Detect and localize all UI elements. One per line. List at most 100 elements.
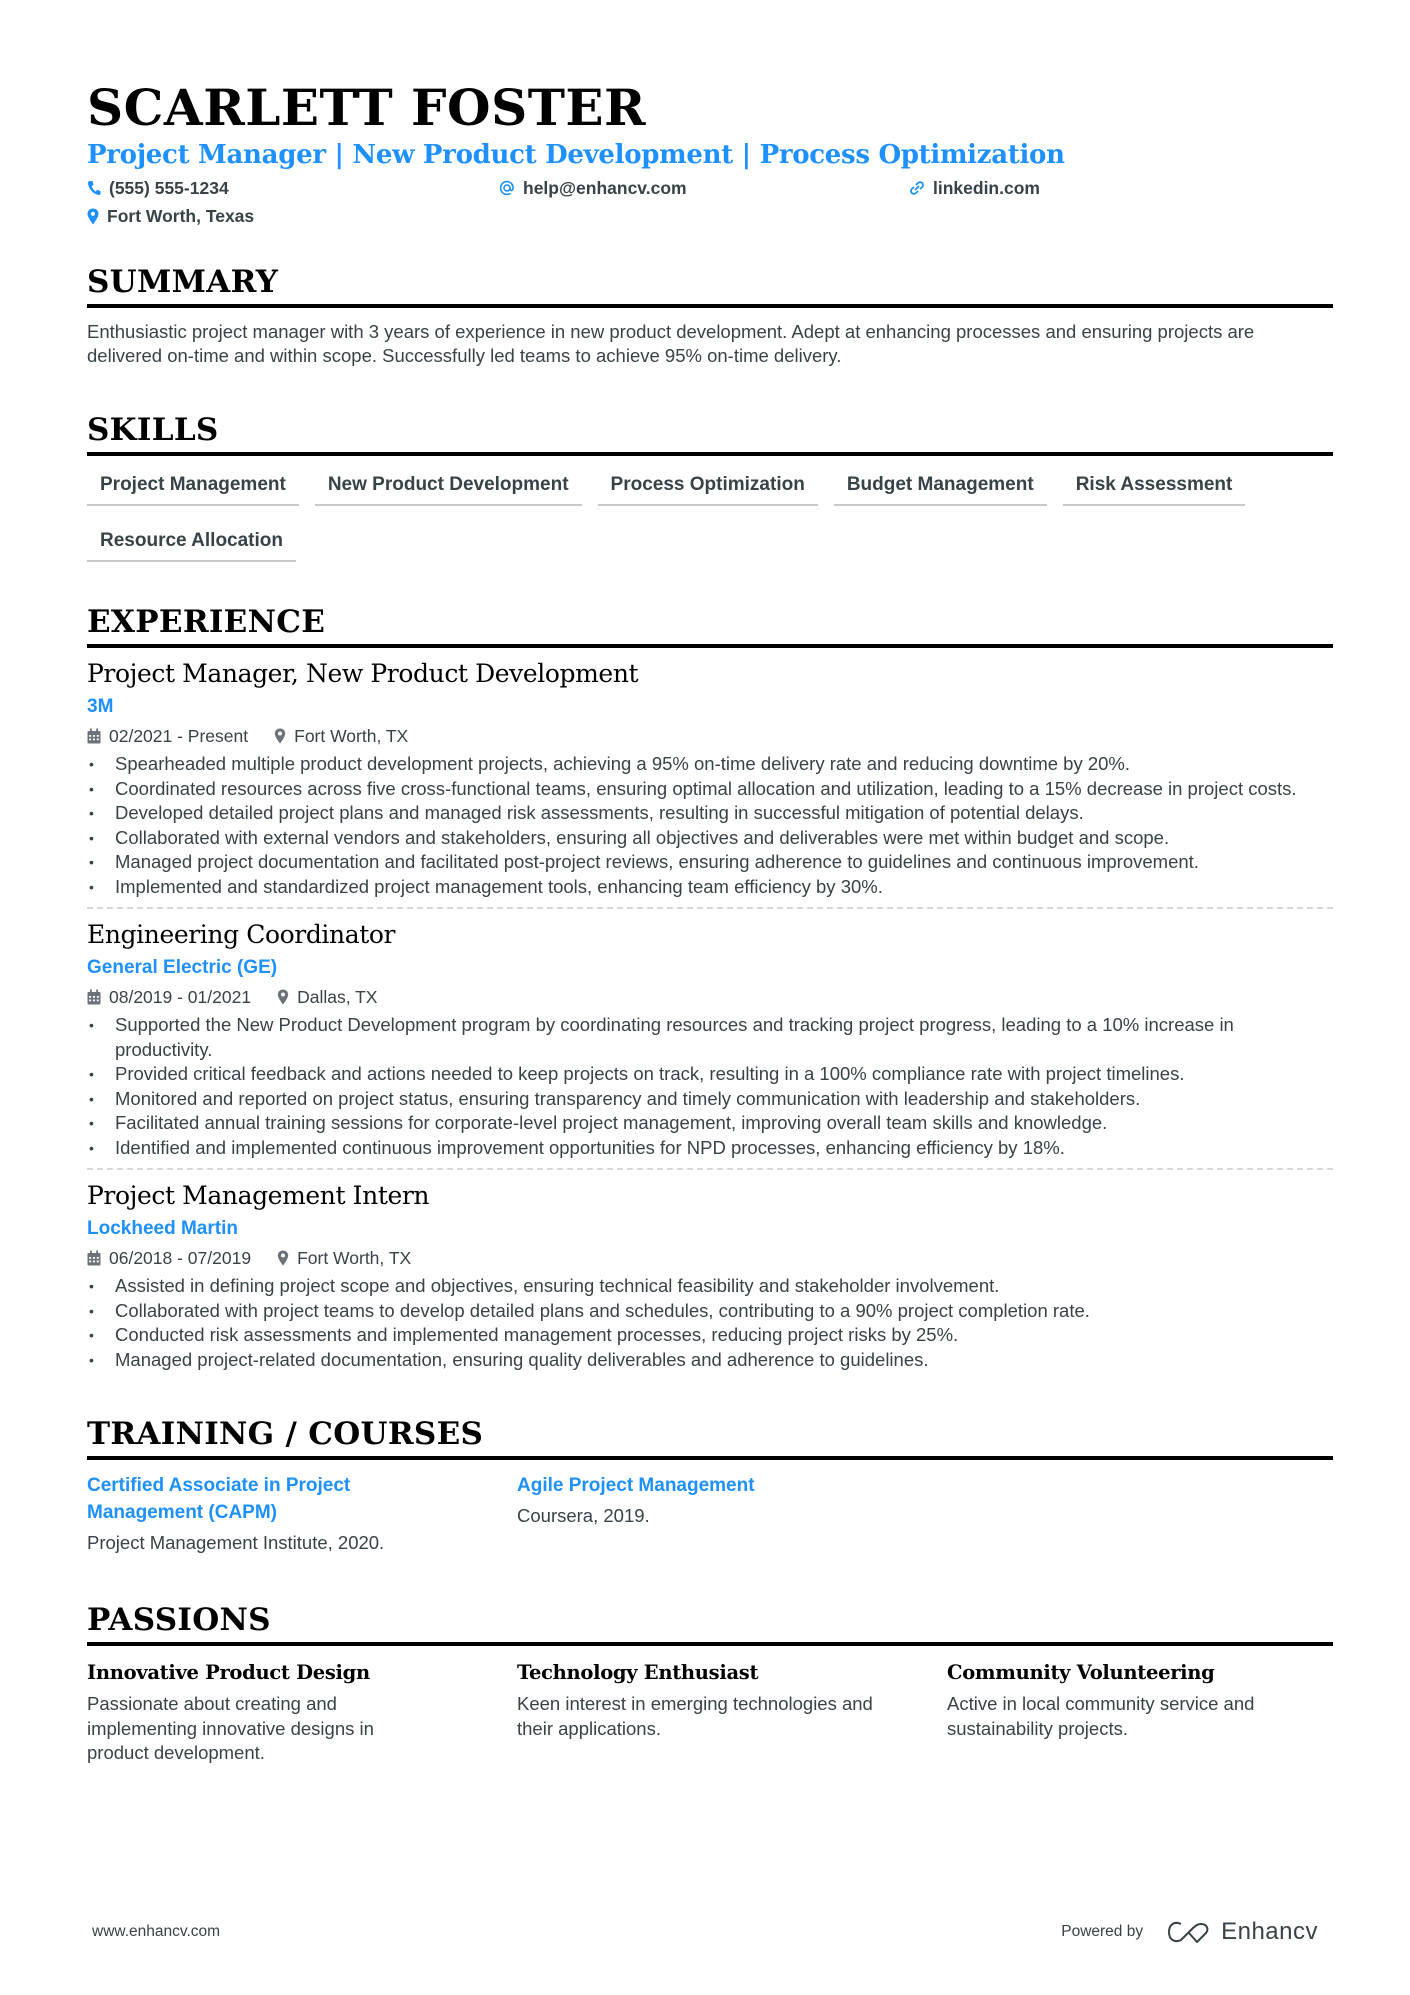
job-title: Project Management Intern — [87, 1181, 430, 1210]
passion-item-desc: Active in local community service and su… — [947, 1693, 1255, 1739]
company-name: General Electric (GE) — [87, 957, 278, 978]
at-icon — [499, 180, 514, 196]
job-bullets: Supported the New Product Development pr… — [87, 1013, 1333, 1160]
calendar-icon — [87, 728, 101, 744]
passion-item: Community Volunteering Active in local c… — [947, 1660, 1333, 1766]
bullet-item: Conducted risk assessments and implement… — [87, 1323, 1333, 1348]
training-item-title: Certified Associate in Project Managemen… — [87, 1475, 351, 1523]
job-bullets: Spearheaded multiple product development… — [87, 752, 1333, 899]
company-name: 3M — [87, 696, 114, 717]
summary-text: Enthusiastic project manager with 3 year… — [87, 321, 1255, 366]
job-location: Fort Worth, TX — [274, 724, 408, 748]
passions-title: PASSIONS — [87, 1602, 271, 1638]
bullet-item: Spearheaded multiple product development… — [87, 752, 1333, 777]
passion-item-title: Innovative Product Design — [87, 1661, 370, 1684]
candidate-name: SCARLETT FOSTER — [87, 78, 647, 137]
job-title: Engineering Coordinator — [87, 920, 396, 949]
skill-tag: Resource Allocation — [87, 524, 297, 562]
experience-section: EXPERIENCE Project Manager, New Product … — [87, 602, 1333, 1380]
contact-linkedin[interactable]: linkedin.com — [909, 176, 1309, 200]
skill-tag: Project Management — [87, 468, 299, 506]
training-title: TRAINING / COURSES — [87, 1416, 484, 1452]
job-bullets: Assisted in defining project scope and o… — [87, 1274, 1333, 1372]
resume-header: SCARLETT FOSTER Project Manager | New Pr… — [87, 78, 1333, 228]
passion-item: Technology Enthusiast Keen interest in e… — [517, 1660, 947, 1766]
section-divider — [87, 644, 1333, 648]
company-name: Lockheed Martin — [87, 1218, 238, 1239]
bullet-item: Coordinated resources across five cross-… — [87, 777, 1333, 802]
skills-title: SKILLS — [87, 412, 219, 448]
phone-text: (555) 555-1234 — [109, 177, 229, 198]
bullet-item: Managed project documentation and facili… — [87, 850, 1333, 875]
powered-by: Powered by Enhancv — [1061, 1918, 1318, 1946]
bullet-item: Monitored and reported on project status… — [87, 1087, 1333, 1112]
job-dates-text: 02/2021 - Present — [109, 726, 249, 746]
skills-section: SKILLS Project Management New Product De… — [87, 410, 1333, 562]
enhancv-logo-icon — [1168, 1921, 1209, 1943]
bullet-item: Managed project-related documentation, e… — [87, 1348, 1333, 1373]
passion-item: Innovative Product Design Passionate abo… — [87, 1660, 517, 1766]
job-location-text: Fort Worth, TX — [294, 726, 409, 746]
location-text: Fort Worth, Texas — [107, 205, 255, 226]
skill-tag: New Product Development — [314, 468, 582, 506]
training-item-desc: Coursera, 2019. — [517, 1505, 650, 1526]
bullet-item: Collaborated with project teams to devel… — [87, 1299, 1333, 1324]
bullet-item: Assisted in defining project scope and o… — [87, 1274, 1333, 1299]
location-pin-icon — [277, 989, 289, 1005]
email-text: help@enhancv.com — [523, 177, 687, 198]
passion-item-desc: Keen interest in emerging technologies a… — [517, 1693, 873, 1739]
job-title: Project Manager, New Product Development — [87, 659, 639, 688]
contact-info: (555) 555-1234 help@enhancv.com linkedin… — [87, 176, 1333, 228]
page-footer: www.enhancv.com Powered by Enhancv — [92, 1918, 1318, 1946]
enhancv-brand-link[interactable]: Enhancv — [1167, 1918, 1318, 1946]
bullet-item: Implemented and standardized project man… — [87, 875, 1333, 900]
link-icon — [910, 181, 924, 195]
candidate-tagline: Project Manager | New Product Developmen… — [87, 140, 1065, 170]
job-entry: Project Management Intern Lockheed Marti… — [87, 1168, 1333, 1380]
skills-list: Project Management New Product Developme… — [87, 468, 1333, 562]
job-dates: 06/2018 - 07/2019 — [87, 1246, 251, 1270]
section-divider — [87, 304, 1333, 308]
skill-tag: Budget Management — [833, 468, 1047, 506]
bullet-item: Facilitated annual training sessions for… — [87, 1111, 1333, 1136]
job-location: Fort Worth, TX — [277, 1246, 411, 1270]
job-entry: Engineering Coordinator General Electric… — [87, 907, 1333, 1168]
passions-section: PASSIONS Innovative Product Design Passi… — [87, 1600, 1333, 1766]
enhancv-brand-text: Enhancv — [1221, 1918, 1318, 1945]
job-meta: 02/2021 - Present Fort Worth, TX — [87, 724, 1333, 748]
location-pin-icon — [277, 1250, 289, 1266]
job-location-text: Fort Worth, TX — [297, 1248, 412, 1268]
job-dates-text: 08/2019 - 01/2021 — [109, 987, 252, 1007]
passion-item-title: Community Volunteering — [947, 1661, 1215, 1684]
job-location: Dallas, TX — [277, 985, 377, 1009]
training-list: Certified Associate in Project Managemen… — [87, 1472, 1333, 1556]
powered-by-label: Powered by — [1061, 1923, 1144, 1940]
job-entry: Project Manager, New Product Development… — [87, 658, 1333, 907]
section-divider — [87, 452, 1333, 456]
location-pin-icon — [274, 728, 286, 744]
job-dates: 08/2019 - 01/2021 — [87, 985, 251, 1009]
section-divider — [87, 1642, 1333, 1646]
bullet-item: Identified and implemented continuous im… — [87, 1136, 1333, 1161]
resume-page: SCARLETT FOSTER Project Manager | New Pr… — [87, 78, 1333, 1766]
contact-email[interactable]: help@enhancv.com — [499, 176, 909, 200]
training-section: TRAINING / COURSES Certified Associate i… — [87, 1414, 1333, 1556]
contact-phone[interactable]: (555) 555-1234 — [87, 176, 499, 200]
phone-icon — [87, 181, 101, 196]
skill-tag: Risk Assessment — [1062, 468, 1246, 506]
job-dates: 02/2021 - Present — [87, 724, 248, 748]
training-item: Certified Associate in Project Managemen… — [87, 1472, 517, 1556]
passions-list: Innovative Product Design Passionate abo… — [87, 1660, 1333, 1766]
experience-title: EXPERIENCE — [87, 604, 326, 640]
training-item-desc: Project Management Institute, 2020. — [87, 1532, 385, 1553]
job-meta: 06/2018 - 07/2019 Fort Worth, TX — [87, 1246, 1333, 1270]
job-location-text: Dallas, TX — [297, 987, 378, 1007]
passion-item-title: Technology Enthusiast — [517, 1661, 759, 1684]
footer-website-link[interactable]: www.enhancv.com — [92, 1923, 220, 1941]
summary-section: SUMMARY Enthusiastic project manager wit… — [87, 262, 1333, 368]
contact-location: Fort Worth, Texas — [87, 204, 499, 228]
linkedin-text: linkedin.com — [933, 177, 1040, 198]
section-divider — [87, 1456, 1333, 1460]
calendar-icon — [87, 1250, 101, 1266]
bullet-item: Supported the New Product Development pr… — [87, 1013, 1333, 1062]
